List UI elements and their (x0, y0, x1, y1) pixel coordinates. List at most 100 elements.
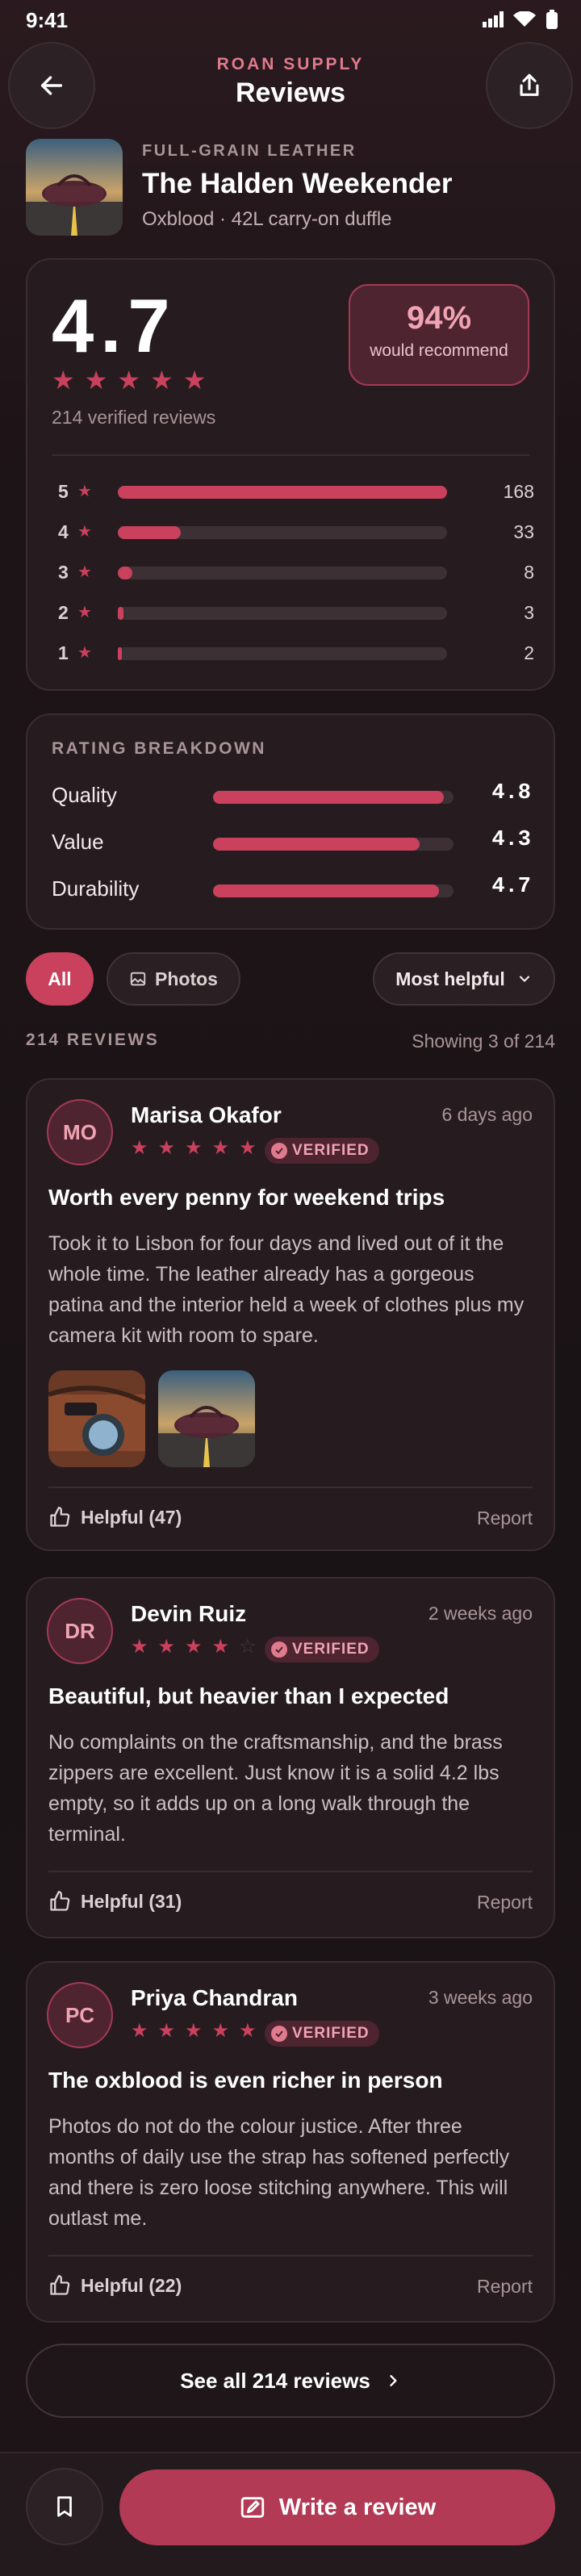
histogram-track (118, 647, 447, 660)
star-filled-icon: ★ (239, 1137, 257, 1159)
product-category: FULL-GRAIN LEATHER (142, 142, 357, 160)
histogram-row-5[interactable]: 5 ★ 168 (58, 481, 534, 502)
share-button[interactable] (486, 42, 573, 129)
review-photo[interactable] (48, 1370, 145, 1467)
report-button[interactable]: Report (477, 1892, 533, 1913)
check-icon (271, 1143, 287, 1159)
review-stars: ★ ★ ★ ★ ☆ (131, 1635, 257, 1658)
star-icon: ★ (77, 604, 92, 621)
sort-dropdown[interactable]: Most helpful (373, 952, 555, 1006)
chevron-right-icon (390, 2375, 397, 2386)
image-icon (130, 972, 146, 986)
breakdown-value: 4.8 (491, 781, 531, 805)
star-filled-icon: ★ (131, 1636, 148, 1658)
star-filled-icon: ★ (211, 2020, 230, 2042)
breakdown-track (213, 791, 454, 804)
histogram-row-2[interactable]: 2 ★ 3 (58, 602, 534, 623)
bookmark-button[interactable] (26, 2468, 103, 2545)
star-filled-icon: ★ (182, 366, 207, 395)
histogram-fill (118, 647, 122, 660)
histogram-label: 3 (58, 562, 69, 583)
histogram-label: 2 (58, 602, 69, 623)
see-all-reviews-button[interactable]: See all 214 reviews (26, 2344, 555, 2418)
reviewer-name: Priya Chandran (131, 1985, 298, 2010)
star-filled-icon: ★ (211, 1636, 230, 1658)
star-icon: ★ (77, 483, 92, 500)
breakdown-fill (213, 838, 420, 851)
review-title: The oxblood is even richer in person (48, 2068, 443, 2093)
histogram-count: 168 (503, 481, 534, 502)
breakdown-row-quality: Quality 4.8 (52, 780, 531, 812)
star-filled-icon: ★ (157, 1137, 176, 1159)
breakdown-track (213, 838, 454, 851)
divider (52, 454, 529, 456)
filter-photos-chip[interactable]: Photos (107, 952, 240, 1006)
histogram-count: 3 (524, 602, 534, 623)
sort-label: Most helpful (395, 968, 505, 989)
write-review-label: Write a review (278, 2494, 437, 2520)
histogram-row-1[interactable]: 1 ★ 2 (58, 642, 534, 663)
report-button[interactable]: Report (477, 2276, 533, 2298)
helpful-button[interactable]: Helpful (31) (48, 1890, 182, 1913)
review-body: No complaints on the craftsmanship, and … (48, 1731, 503, 1846)
histogram-track (118, 567, 447, 579)
breakdown-name: Quality (52, 783, 117, 807)
thumbs-up-icon (50, 1891, 70, 1911)
histogram-label: 1 (58, 642, 69, 663)
breakdown-track (213, 884, 454, 897)
wifi-icon (513, 11, 536, 27)
review-photo[interactable] (158, 1370, 255, 1467)
breakdown-fill (213, 791, 445, 804)
status-time: 9:41 (26, 8, 69, 32)
verified-label: VERIFIED (292, 1142, 370, 1159)
reviewer-name: Devin Ruiz (131, 1601, 247, 1626)
histogram-fill (118, 607, 124, 620)
chevron-down-icon (519, 976, 529, 982)
filter-photos-label: Photos (155, 968, 218, 989)
filter-all-chip[interactable]: All (26, 952, 94, 1006)
write-review-button[interactable]: Write a review (119, 2469, 555, 2545)
histogram-fill (118, 567, 133, 579)
star-filled-icon: ★ (239, 2020, 257, 2042)
star-filled-icon: ★ (211, 1137, 230, 1159)
helpful-label: Helpful (47) (81, 1506, 182, 1528)
verified-badge: VERIFIED (265, 2021, 379, 2047)
review-stars: ★ ★ ★ ★ ★ (131, 1136, 257, 1160)
product-subtitle: Oxblood · 42L carry-on duffle (142, 208, 392, 230)
histogram-track (118, 526, 447, 539)
breakdown-row-value: Value 4.3 (52, 826, 531, 859)
report-button[interactable]: Report (477, 1508, 533, 1529)
star-filled-icon: ★ (52, 366, 75, 395)
histogram-row-3[interactable]: 3 ★ 8 (58, 562, 534, 583)
histogram-track (118, 607, 447, 620)
verified-label: VERIFIED (292, 2025, 370, 2042)
star-filled-icon: ★ (131, 1137, 148, 1159)
status-icons (483, 10, 558, 29)
average-stars: ★ ★ ★ ★ ★ (52, 365, 206, 395)
reviews-count: 214 REVIEWS (26, 1031, 160, 1049)
avatar: DR (47, 1598, 113, 1664)
star-filled-icon: ★ (185, 2020, 203, 2042)
bookmark-icon (57, 2496, 72, 2517)
review-body: Photos do not do the colour justice. Aft… (48, 2115, 510, 2230)
review-stars: ★ ★ ★ ★ ★ (131, 2019, 257, 2043)
divider (48, 1871, 533, 1872)
breakdown-fill (213, 884, 440, 897)
helpful-label: Helpful (22) (81, 2274, 182, 2296)
thumbs-up-icon (50, 2275, 70, 2295)
helpful-button[interactable]: Helpful (47) (48, 1506, 182, 1528)
review-body: Took it to Lisbon for four days and live… (48, 1232, 525, 1347)
verified-label: VERIFIED (292, 1641, 370, 1658)
review-date: 2 weeks ago (428, 1603, 533, 1624)
star-filled-icon: ★ (150, 366, 173, 395)
histogram-fill (118, 526, 181, 539)
product-image (26, 139, 123, 236)
battery-icon (546, 10, 558, 29)
breakdown-name: Value (52, 830, 104, 854)
recommend-label: would recommend (370, 341, 508, 360)
edit-icon (240, 2497, 264, 2518)
histogram-row-4[interactable]: 4 ★ 33 (58, 521, 534, 542)
reviewer-name: Marisa Okafor (131, 1102, 282, 1127)
helpful-button[interactable]: Helpful (22) (48, 2274, 182, 2297)
thumbs-up-icon (50, 1507, 70, 1527)
